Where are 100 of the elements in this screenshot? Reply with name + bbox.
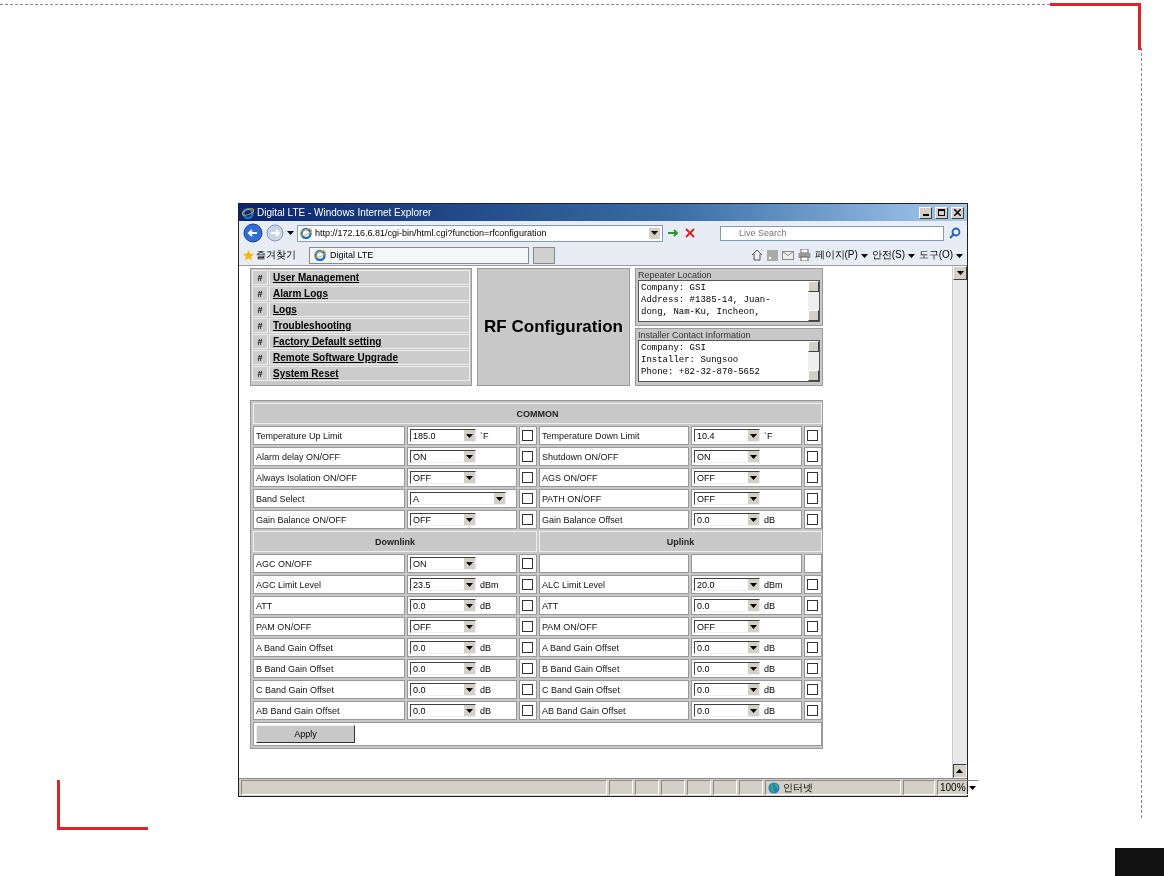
checkbox[interactable] [522,642,533,653]
dropdown[interactable]: 10.4 [694,429,760,442]
menu-link[interactable]: System Reset [269,366,470,381]
menu-link[interactable]: Troubleshooting [269,318,470,333]
menu-marker: # [252,350,268,365]
dropdown[interactable]: 0.0 [694,662,760,675]
checkbox[interactable] [522,472,533,483]
menu-marker: # [252,270,268,285]
apply-button[interactable]: Apply [256,725,355,743]
dropdown-arrow-icon [750,708,757,713]
menu-link[interactable]: Logs [269,302,470,317]
checkbox[interactable] [807,600,818,611]
dropdown[interactable]: OFF [410,620,476,633]
maximize-icon [938,209,945,216]
dropdown[interactable]: OFF [694,492,760,505]
search-icon[interactable] [947,226,963,240]
field-label: AGS ON/OFF [539,468,689,487]
dropdown[interactable]: 0.0 [410,641,476,654]
mail-icon[interactable] [781,250,794,260]
menu-link[interactable]: User Management [269,270,470,285]
dropdown[interactable]: 0.0 [410,704,476,717]
field-label: Gain Balance ON/OFF [253,510,405,529]
checkbox[interactable] [807,430,818,441]
field-label: Gain Balance Offset [539,510,689,529]
stop-icon[interactable] [683,226,697,240]
dropdown-arrow-icon [750,475,757,480]
dropdown[interactable]: 0.0 [694,683,760,696]
dropdown[interactable]: 0.0 [410,599,476,612]
dropdown[interactable]: OFF [410,513,476,526]
checkbox[interactable] [522,579,533,590]
dropdown[interactable]: ON [694,450,760,463]
back-button[interactable] [243,223,263,243]
checkbox[interactable] [522,684,533,695]
address-field[interactable]: http://172.16.6.81/cgi-bin/html.cgi?function=rfconfiguration [297,224,663,242]
dropdown[interactable]: 0.0 [694,599,760,612]
text-area[interactable]: Company: GSI Address: #1385-14, Juan- dong, Nam-Ku, Incheon, [638,280,820,322]
field-label: B Band Gain Offset [539,659,689,678]
dropdown[interactable]: 0.0 [694,513,760,526]
dropdown[interactable]: A [410,492,506,505]
checkbox[interactable] [522,663,533,674]
dropdown[interactable]: 185.0 [410,429,476,442]
dropdown-arrow-icon [750,624,757,629]
dropdown[interactable]: 0.0 [410,683,476,696]
menu-link[interactable]: Alarm Logs [269,286,470,301]
command-menu[interactable]: 도구(O) [918,248,963,262]
field-label: PAM ON/OFF [539,617,689,636]
checkbox[interactable] [807,472,818,483]
dropdown-arrow-icon [860,254,868,258]
checkbox[interactable] [807,705,818,716]
checkbox[interactable] [807,451,818,462]
dropdown-arrow-icon [907,254,915,258]
dropdown-arrow-icon [466,603,473,608]
favorites-button[interactable]: 즐겨찾기 [243,248,305,262]
checkbox[interactable] [807,514,818,525]
browser-tab[interactable]: Digital LTE [309,246,529,264]
maximize-button[interactable] [935,206,948,219]
checkbox[interactable] [807,684,818,695]
field-label: AGC ON/OFF [253,554,405,573]
dropdown[interactable]: ON [410,450,476,463]
command-menu[interactable]: 페이지(P) [814,248,868,262]
dropdown[interactable]: 23.5 [410,578,476,591]
dropdown[interactable]: 0.0 [694,641,760,654]
dropdown[interactable]: 20.0 [694,578,760,591]
checkbox[interactable] [522,600,533,611]
checkbox[interactable] [522,705,533,716]
dropdown[interactable]: OFF [410,471,476,484]
checkbox[interactable] [807,642,818,653]
unit-label: dB [480,600,491,611]
menu-link[interactable]: Remote Software Upgrade [269,350,470,365]
command-menu[interactable]: 안전(S) [871,248,915,262]
text-area[interactable]: Company: GSI Installer: Sungsoo Phone: +82-32-870-5652 [638,340,820,382]
home-icon[interactable] [750,249,763,261]
menu-link[interactable]: Factory Default setting [269,334,470,349]
dropdown[interactable]: 0.0 [694,704,760,717]
printer-icon[interactable] [797,249,811,261]
checkbox[interactable] [807,493,818,504]
checkbox[interactable] [522,621,533,632]
dropdown[interactable]: 0.0 [410,662,476,675]
close-button[interactable] [951,206,964,219]
zoom-control[interactable]: 100% [937,780,979,795]
checkbox[interactable] [522,430,533,441]
dropdown[interactable]: ON [410,557,476,570]
minimize-button[interactable] [919,206,932,219]
panel-title: Installer Contact Information [638,330,752,340]
checkbox[interactable] [522,451,533,462]
dropdown[interactable]: OFF [694,620,760,633]
browser-icon [300,227,312,239]
checkbox[interactable] [522,514,533,525]
scrollbar[interactable] [952,266,967,778]
checkbox[interactable] [522,558,533,569]
checkbox[interactable] [807,621,818,632]
checkbox[interactable] [807,579,818,590]
checkbox[interactable] [522,493,533,504]
search-field[interactable]: Live Search [720,225,944,241]
new-tab-button[interactable] [533,246,555,264]
unit-label: dB [480,642,491,653]
dropdown[interactable]: OFF [694,471,760,484]
unit-label: dBm [480,579,499,590]
field-label: AB Band Gain Offset [253,701,405,720]
checkbox[interactable] [807,663,818,674]
